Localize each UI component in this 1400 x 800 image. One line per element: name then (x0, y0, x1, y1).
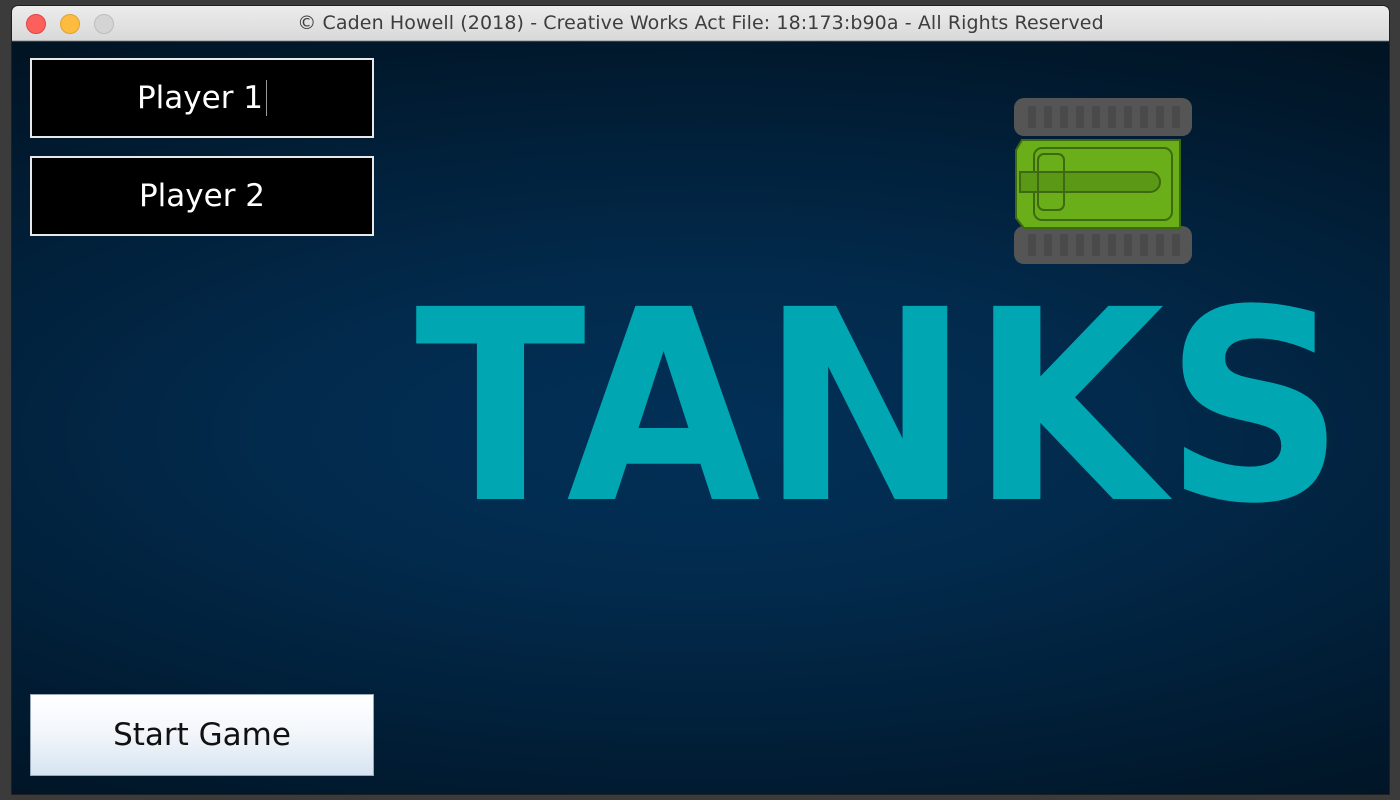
start-game-button[interactable]: Start Game (30, 694, 374, 776)
tanks-logo: TANKS (415, 98, 1345, 562)
menu-screen: Player 1 Player 2 TANKS Start Game (12, 42, 1389, 794)
window-title: © Caden Howell (2018) - Creative Works A… (297, 12, 1104, 34)
title-bar: © Caden Howell (2018) - Creative Works A… (12, 6, 1389, 41)
logo-title: TANKS (415, 254, 1345, 562)
tank-icon (1014, 98, 1192, 264)
game-window: © Caden Howell (2018) - Creative Works A… (12, 6, 1389, 794)
